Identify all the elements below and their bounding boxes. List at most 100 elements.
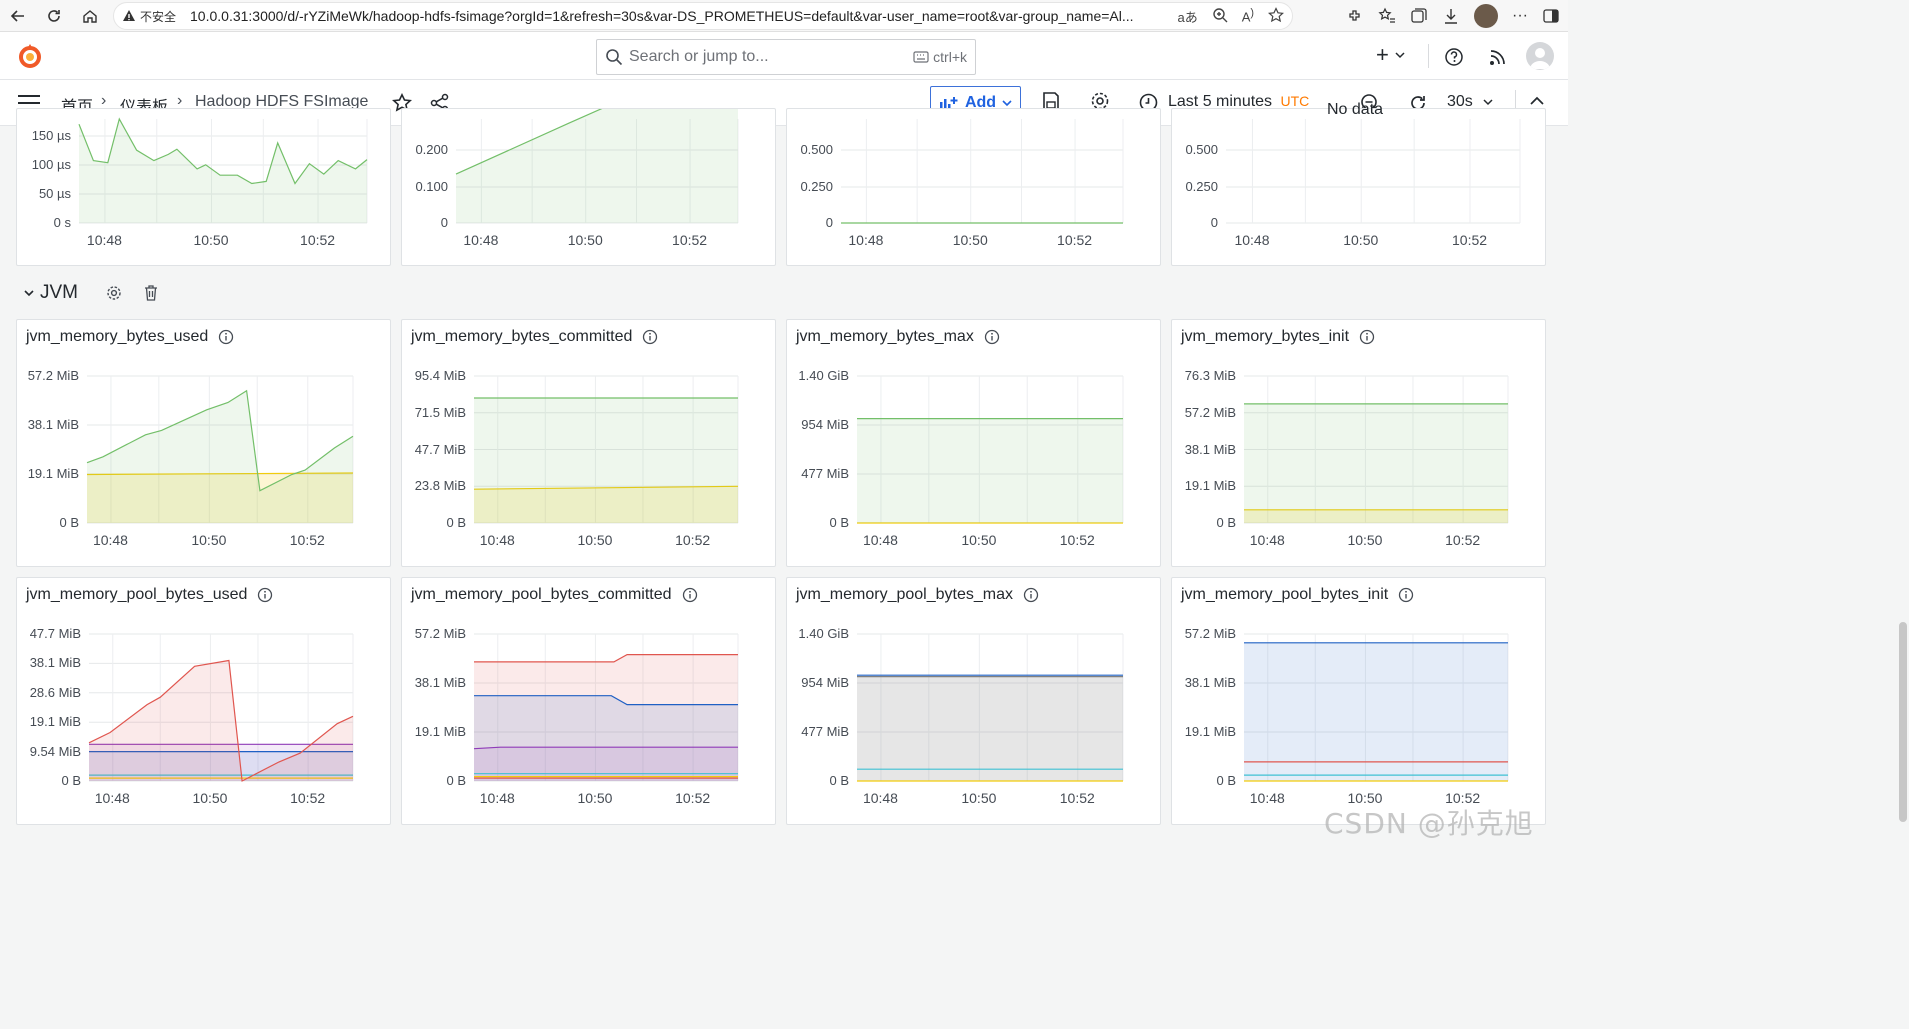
x-axis-tick-label: 10:48 xyxy=(862,532,898,548)
series-area xyxy=(474,747,738,781)
collapse-icon[interactable] xyxy=(1530,96,1544,106)
y-axis-tick-label: 954 MiB xyxy=(801,675,849,690)
y-axis-tick-label: 71.5 MiB xyxy=(414,404,466,420)
panel[interactable]: jvm_memory_bytes_committed 95.4 MiB 71.5 M… xyxy=(401,319,776,567)
y-axis-tick-label: 150 µs xyxy=(31,128,71,143)
y-axis-tick-label: 0 B xyxy=(829,515,849,530)
panel[interactable]: jvm_memory_bytes_used 57.2 MiB 38.1 MiB 19.… xyxy=(16,319,391,567)
panel[interactable]: jvm_memory_bytes_init 76.3 MiB 57.2 MiB 38.… xyxy=(1171,319,1546,567)
x-axis-tick-label: 10:52 xyxy=(1452,232,1488,248)
help-icon[interactable] xyxy=(1444,47,1464,67)
favorites-icon[interactable] xyxy=(1378,7,1396,25)
panel[interactable]: jvm_memory_pool_bytes_init 57.2 MiB 38.1 M… xyxy=(1171,577,1546,825)
read-aloud-icon[interactable]: A) xyxy=(1242,7,1254,26)
x-axis-tick-label: 10:52 xyxy=(1059,790,1095,806)
insecure-label: 不安全 xyxy=(140,9,177,24)
x-axis-tick-label: 10:52 xyxy=(300,232,336,248)
y-axis-tick-label: 57.2 MiB xyxy=(414,626,466,641)
y-axis-tick-label: 47.7 MiB xyxy=(414,441,466,457)
address-bar[interactable]: 不安全 10.0.0.31:3000/d/-rYZiMeWk/hadoop-hd… xyxy=(113,2,1293,30)
x-axis-tick-label: 10:52 xyxy=(289,532,325,548)
sidebar-toggle-icon[interactable] xyxy=(1542,7,1560,25)
x-axis-tick-label: 10:52 xyxy=(290,790,326,806)
x-axis-tick-label: 10:48 xyxy=(1234,232,1270,248)
x-axis-tick-label: 10:48 xyxy=(862,790,898,806)
more-icon[interactable]: ··· xyxy=(1512,7,1528,25)
chevron-down-icon xyxy=(1395,52,1405,59)
user-avatar[interactable] xyxy=(1526,42,1554,70)
x-axis-tick-label: 10:50 xyxy=(577,532,613,548)
x-axis-tick-label: 10:50 xyxy=(1347,532,1383,548)
browser-toolbar: 不安全 10.0.0.31:3000/d/-rYZiMeWk/hadoop-hd… xyxy=(0,0,1568,32)
url-text[interactable]: 10.0.0.31:3000/d/-rYZiMeWk/hadoop-hdfs-f… xyxy=(190,8,1150,24)
translate-icon[interactable]: aあ xyxy=(1177,7,1197,26)
collections-icon[interactable] xyxy=(1410,7,1428,25)
download-icon[interactable] xyxy=(1442,7,1460,25)
news-feed-icon[interactable] xyxy=(1488,47,1508,67)
plus-icon: + xyxy=(1376,42,1389,67)
chart-area xyxy=(86,375,354,524)
y-axis-tick-label: 57.2 MiB xyxy=(1184,626,1236,641)
x-axis-tick-label: 10:50 xyxy=(952,232,988,248)
row-settings-icon[interactable] xyxy=(106,285,122,301)
series-area xyxy=(857,418,1123,523)
panel[interactable]: jvm_memory_pool_bytes_max 1.40 GiB 954 MiB… xyxy=(786,577,1161,825)
y-axis-tick-label: 0 B xyxy=(446,773,466,788)
series-area xyxy=(1244,642,1508,781)
profile-avatar[interactable] xyxy=(1474,4,1499,28)
search-icon xyxy=(606,49,623,66)
y-axis-tick-label: 954 MiB xyxy=(801,417,849,432)
page-scrollbar[interactable] xyxy=(1899,622,1907,822)
y-axis-tick-label: 0 xyxy=(825,215,833,230)
panel[interactable]: jvm_memory_pool_bytes_used 47.7 MiB 38.1 M… xyxy=(16,577,391,825)
grafana-logo[interactable] xyxy=(16,42,44,70)
y-axis-tick-label: 38.1 MiB xyxy=(27,417,79,432)
y-axis-tick-label: 19.1 MiB xyxy=(1184,478,1236,494)
insecure-indicator[interactable]: 不安全 xyxy=(122,8,176,25)
favorite-star-icon[interactable] xyxy=(1268,7,1284,26)
y-axis-tick-label: 19.1 MiB xyxy=(29,714,81,730)
y-axis-tick-label: 0.100 xyxy=(415,179,448,194)
extensions-icon[interactable] xyxy=(1346,7,1364,25)
no-data-label: No data xyxy=(1327,101,1384,118)
x-axis-tick-label: 10:52 xyxy=(1057,232,1093,248)
y-axis-tick-label: 95.4 MiB xyxy=(414,368,466,383)
y-axis-tick-label: 0 B xyxy=(446,515,466,530)
x-axis-tick-label: 10:50 xyxy=(577,790,613,806)
panel[interactable]: 0.200 0.100 0 10:48 10:50 10:52 xyxy=(401,108,776,266)
home-icon[interactable] xyxy=(72,0,108,32)
panel[interactable]: 0.500 0.250 0 10:48 10:50 10:52 No data xyxy=(1171,101,1546,266)
x-axis-tick-label: 10:48 xyxy=(1249,532,1285,548)
chevron-down-icon xyxy=(24,290,34,297)
panel[interactable]: 0.500 0.250 0 10:48 10:50 10:52 xyxy=(786,108,1161,266)
search-input[interactable]: Search or jump to... ctrl+k xyxy=(596,39,976,75)
y-axis-tick-label: 38.1 MiB xyxy=(1184,441,1236,457)
panel[interactable]: 150 µs 100 µs 50 µs 0 s 10:48 10:50 10:52 xyxy=(16,108,391,266)
y-axis-tick-label: 0 xyxy=(1210,215,1218,230)
y-axis-tick-label: 0 xyxy=(440,215,448,230)
back-icon[interactable] xyxy=(0,0,36,32)
y-axis-tick-label: 0 s xyxy=(53,215,71,230)
panel[interactable]: jvm_memory_bytes_max 1.40 GiB 954 MiB 477 M… xyxy=(786,319,1161,567)
zoom-icon[interactable] xyxy=(1212,7,1228,26)
row-delete-icon[interactable] xyxy=(144,285,158,301)
series-area xyxy=(1244,403,1508,523)
panel[interactable]: jvm_memory_pool_bytes_committed 57.2 MiB 3… xyxy=(401,577,776,825)
y-axis-tick-label: 477 MiB xyxy=(801,466,849,481)
y-axis-tick-label: 28.6 MiB xyxy=(29,684,81,700)
x-axis-tick-label: 10:50 xyxy=(193,232,229,248)
chart-area xyxy=(88,633,354,782)
y-axis-tick-label: 0 B xyxy=(61,773,81,788)
timezone-label: UTC xyxy=(1280,93,1310,109)
y-axis-tick-label: 38.1 MiB xyxy=(414,675,466,690)
y-axis-tick-label: 47.7 MiB xyxy=(29,626,81,641)
x-axis-tick-label: 10:52 xyxy=(675,532,711,548)
search-shortcut: ctrl+k xyxy=(933,49,967,65)
y-axis-tick-label: 477 MiB xyxy=(801,724,849,739)
x-axis-tick-label: 10:52 xyxy=(1059,532,1095,548)
new-menu-button[interactable]: + xyxy=(1376,42,1405,68)
divider xyxy=(1428,44,1429,68)
reload-icon[interactable] xyxy=(36,0,72,32)
chart-area xyxy=(1244,633,1509,782)
row-header-jvm[interactable]: JVM xyxy=(24,282,158,304)
